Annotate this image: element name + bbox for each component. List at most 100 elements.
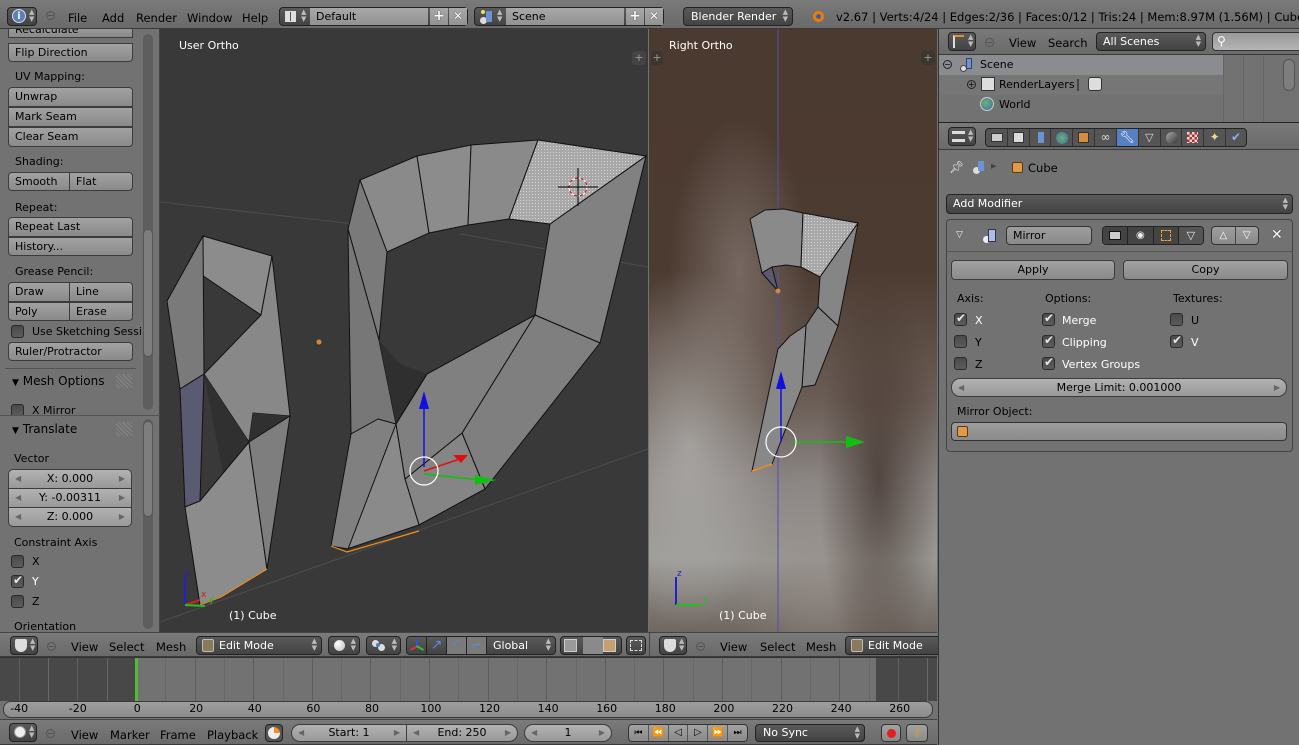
remove-modifier-icon[interactable]: ✕ xyxy=(1271,227,1283,243)
outliner-scrollbar-thumb[interactable] xyxy=(1283,59,1295,91)
recalculate-button[interactable]: Recalculate xyxy=(8,29,133,38)
repeat-last-button[interactable]: Repeat Last xyxy=(8,217,133,237)
collapse-menu-icon[interactable]: − xyxy=(46,11,55,20)
record-button[interactable] xyxy=(881,724,901,742)
playhead[interactable] xyxy=(135,658,138,701)
collapse-icon[interactable]: − xyxy=(943,60,952,69)
menu-help[interactable]: Help xyxy=(242,10,268,26)
translate-manipulator-icon[interactable]: ↗ xyxy=(427,637,447,654)
rotate-manipulator-icon[interactable]: ◜ xyxy=(447,637,467,654)
ruler-protractor-button[interactable]: Ruler/Protractor xyxy=(8,342,133,361)
current-frame-field[interactable]: ◀ 1 ▶ xyxy=(524,724,612,742)
add-modifier-dropdown[interactable]: Add Modifier ▲ ▼ xyxy=(946,194,1293,214)
erase-button[interactable]: Erase xyxy=(69,302,133,321)
tab-constraints[interactable]: ∞ xyxy=(1095,129,1117,146)
increment-icon[interactable]: ▶ xyxy=(1274,379,1280,396)
scene-name[interactable]: Scene xyxy=(506,8,624,25)
mirror-object-field[interactable] xyxy=(951,422,1287,441)
timeline-ruler[interactable]: -40 -20 0 20 40 60 80 100 120 140 160 180 200 220 240 2… xyxy=(3,701,933,718)
menu-view[interactable]: View xyxy=(1009,35,1036,51)
constraint-y-checkbox[interactable] xyxy=(11,573,24,588)
outliner-row-world[interactable]: World xyxy=(939,95,1223,115)
outliner-search-field[interactable]: ⚲ xyxy=(1212,32,1299,51)
vector-x-field[interactable]: ◀ X: 0.000 ▶ xyxy=(8,469,132,489)
expand-icon[interactable]: + xyxy=(967,80,976,89)
cage-toggle-icon[interactable]: ▽ xyxy=(1178,227,1203,244)
collapse-menu-icon[interactable]: − xyxy=(985,38,994,47)
axis-y-checkbox[interactable] xyxy=(954,335,967,348)
line-button[interactable]: Line xyxy=(69,282,133,302)
mode-selector[interactable]: Edit Mode ▲ ▼ xyxy=(196,636,322,655)
remove-scene-icon[interactable]: ✕ xyxy=(645,8,663,25)
outliner-row-scene[interactable]: − Scene xyxy=(939,55,1223,75)
jump-start-icon[interactable]: ⏮ xyxy=(629,725,649,741)
face-select-icon[interactable] xyxy=(603,639,616,652)
increment-icon[interactable]: ▶ xyxy=(119,470,125,487)
panel-grip-icon[interactable] xyxy=(116,422,132,436)
editor-type-button[interactable]: ▲ ▼ xyxy=(9,723,37,742)
tab-material[interactable] xyxy=(1161,129,1183,146)
add-scene-icon[interactable]: + xyxy=(626,8,644,25)
constraint-x-checkbox[interactable] xyxy=(11,555,24,568)
merge-limit-field[interactable]: ◀ Merge Limit: 0.001000 ▶ xyxy=(951,378,1287,397)
menu-view[interactable]: View xyxy=(71,727,98,743)
menu-marker[interactable]: Marker xyxy=(110,727,150,743)
editor-type-button[interactable]: ▲ ▼ xyxy=(659,636,687,655)
clipping-checkbox[interactable] xyxy=(1042,333,1055,348)
constraint-z-checkbox[interactable] xyxy=(11,595,24,608)
increment-icon[interactable]: ▶ xyxy=(119,508,125,525)
menu-view[interactable]: View xyxy=(720,639,747,655)
transform-orientation[interactable]: Global xyxy=(493,637,528,654)
tab-render-layers[interactable] xyxy=(1008,129,1030,146)
unwrap-button[interactable]: Unwrap xyxy=(8,87,133,107)
flat-button[interactable]: Flat xyxy=(69,172,133,191)
translate-panel-header[interactable]: ▼ Translate xyxy=(12,422,77,436)
menu-window[interactable]: Window xyxy=(187,10,232,26)
tab-render[interactable] xyxy=(986,129,1008,146)
move-up-icon[interactable]: △ xyxy=(1212,227,1236,244)
menu-mesh[interactable]: Mesh xyxy=(156,639,186,655)
history-button[interactable]: History... xyxy=(8,237,133,256)
menu-search[interactable]: Search xyxy=(1048,35,1088,51)
mode-selector[interactable]: Edit Mode xyxy=(845,636,940,655)
edge-select-icon[interactable] xyxy=(583,637,603,654)
menu-frame[interactable]: Frame xyxy=(160,727,196,743)
vector-y-field[interactable]: ◀ Y: -0.00311 ▶ xyxy=(8,488,132,508)
flip-direction-button[interactable]: Flip Direction xyxy=(8,43,133,62)
timeline-area[interactable] xyxy=(0,657,937,701)
move-down-icon[interactable]: ▽ xyxy=(1236,227,1259,244)
texture-u-checkbox[interactable] xyxy=(1170,313,1183,326)
viewport-right-ortho[interactable]: Right Ortho z y (1) Cube + + xyxy=(649,29,937,632)
editor-type-button[interactable]: ▲ ▼ xyxy=(948,127,976,146)
viewport-left-canvas[interactable] xyxy=(160,29,648,632)
occlude-geometry-button[interactable] xyxy=(626,636,646,655)
start-frame-field[interactable]: ◀ Start: 1 ▶ xyxy=(291,724,407,742)
modifier-name-field[interactable]: Mirror xyxy=(1006,226,1092,245)
collapse-menu-icon[interactable]: − xyxy=(46,729,55,738)
x-mirror-checkbox[interactable] xyxy=(11,404,24,415)
screen-layout-selector[interactable]: ▲ ▼ Default + ✕ xyxy=(279,7,468,26)
add-layout-icon[interactable]: + xyxy=(430,8,448,25)
tab-physics[interactable]: ✔ xyxy=(1226,129,1246,146)
menu-select[interactable]: Select xyxy=(760,639,795,655)
vertex-select-icon[interactable] xyxy=(564,639,577,652)
tool-shelf-scrollbar-thumb[interactable] xyxy=(143,229,153,357)
editor-type-info-button[interactable]: i ▲ ▼ xyxy=(7,7,37,26)
increment-icon[interactable]: ▶ xyxy=(599,725,605,741)
realtime-toggle-icon[interactable]: ◉ xyxy=(1128,227,1154,244)
menu-view[interactable]: View xyxy=(71,639,98,655)
viewport-shading-selector[interactable]: ▲ ▼ xyxy=(328,636,360,655)
end-frame-field[interactable]: ◀ End: 250 ▶ xyxy=(406,724,518,742)
editmode-toggle-icon[interactable] xyxy=(1153,227,1179,244)
draw-button[interactable]: Draw xyxy=(8,282,70,302)
properties-toggle-icon[interactable]: + xyxy=(921,51,935,65)
menu-render[interactable]: Render xyxy=(136,10,177,26)
decrement-icon[interactable]: ◀ xyxy=(298,725,304,741)
decrement-icon[interactable]: ◀ xyxy=(413,725,419,741)
render-toggle-icon[interactable] xyxy=(1103,227,1129,244)
sync-mode-selector[interactable]: No Sync ▲ ▼ xyxy=(755,724,865,742)
increment-icon[interactable]: ▶ xyxy=(505,725,511,741)
search-input[interactable] xyxy=(1231,34,1299,49)
copy-button[interactable]: Copy xyxy=(1123,260,1288,280)
texture-v-checkbox[interactable] xyxy=(1170,333,1183,348)
